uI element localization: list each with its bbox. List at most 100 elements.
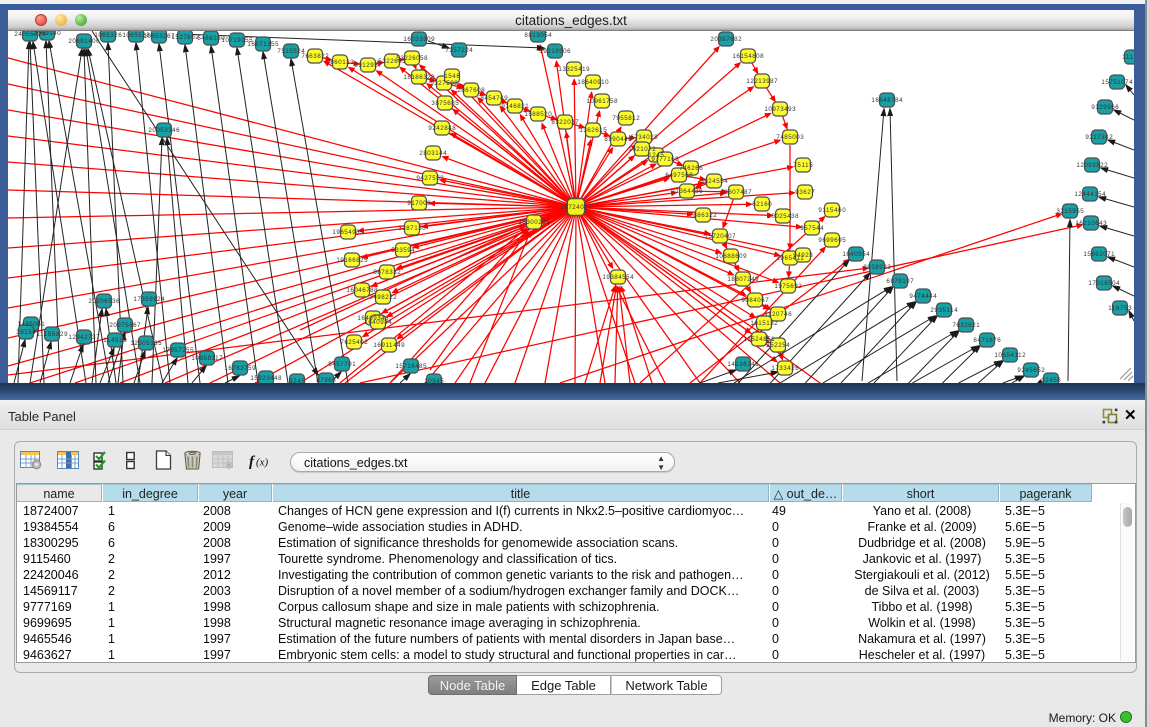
svg-text:93627: 93627 xyxy=(795,189,815,196)
svg-text:19166825: 19166825 xyxy=(336,257,368,264)
svg-text:1546: 1546 xyxy=(444,73,460,80)
svg-text:917008: 917008 xyxy=(407,200,431,207)
svg-text:12444154: 12444154 xyxy=(1074,191,1106,198)
svg-text:20975867: 20975867 xyxy=(109,322,141,329)
svg-text:20387682: 20387682 xyxy=(710,36,742,43)
svg-text:12093822: 12093822 xyxy=(1076,162,1108,169)
svg-text:12505135: 12505135 xyxy=(130,340,162,347)
svg-text:19654985: 19654985 xyxy=(332,229,364,236)
svg-text:9699695: 9699695 xyxy=(818,237,846,244)
svg-text:9227342: 9227342 xyxy=(1085,134,1113,141)
svg-text:1975692: 1975692 xyxy=(774,283,802,290)
svg-text:18300295: 18300295 xyxy=(518,219,550,226)
svg-text:8454749: 8454749 xyxy=(480,95,508,102)
svg-text:16671355: 16671355 xyxy=(247,41,279,48)
svg-text:18640910: 18640910 xyxy=(577,79,609,86)
svg-text:9245: 9245 xyxy=(289,378,305,385)
svg-text:7485003: 7485003 xyxy=(776,134,804,141)
svg-text:15716485: 15716485 xyxy=(395,363,427,370)
svg-text:20691406: 20691406 xyxy=(68,38,100,45)
svg-text:10961758: 10961758 xyxy=(586,98,618,105)
svg-text:9146821: 9146821 xyxy=(501,103,529,110)
svg-text:9084067: 9084067 xyxy=(741,297,769,304)
svg-text:8878332: 8878332 xyxy=(373,269,401,276)
svg-text:13325419: 13325419 xyxy=(558,66,590,73)
svg-text:(x): (x) xyxy=(256,457,269,469)
svg-text:7663822: 7663822 xyxy=(301,53,329,60)
svg-text:10973493: 10973493 xyxy=(764,106,796,113)
svg-text:3215955: 3215955 xyxy=(1056,208,1084,215)
svg-text:1615132: 1615132 xyxy=(750,320,778,327)
svg-text:16046788: 16046788 xyxy=(346,287,378,294)
svg-text:9427552: 9427552 xyxy=(416,175,444,182)
svg-text:10025438: 10025438 xyxy=(767,213,799,220)
svg-text:957544: 957544 xyxy=(800,225,824,232)
svg-text:16154808: 16154808 xyxy=(732,53,764,60)
svg-text:9115460: 9115460 xyxy=(818,207,846,214)
svg-text:1527602: 1527602 xyxy=(171,34,199,41)
svg-text:19384554: 19384554 xyxy=(602,274,634,281)
svg-text:12213987: 12213987 xyxy=(746,78,778,85)
svg-text:1120746: 1120746 xyxy=(764,311,792,318)
svg-text:9474444: 9474444 xyxy=(909,293,937,300)
svg-text:1065326: 1065326 xyxy=(94,32,122,39)
svg-text:16648784: 16648784 xyxy=(871,97,903,104)
svg-text:10945: 10945 xyxy=(424,378,444,385)
svg-text:11123: 11123 xyxy=(1122,54,1142,61)
svg-text:f: f xyxy=(249,454,256,470)
svg-text:533594: 533594 xyxy=(391,247,415,254)
svg-text:16033809: 16033809 xyxy=(403,36,435,43)
svg-text:18724007: 18724007 xyxy=(560,204,592,211)
svg-text:7632621: 7632621 xyxy=(952,322,980,329)
svg-text:2935114: 2935114 xyxy=(930,307,958,314)
svg-text:6734028: 6734028 xyxy=(630,134,658,141)
svg-text:3624554: 3624554 xyxy=(700,178,728,185)
svg-text:16911449: 16911449 xyxy=(373,342,405,349)
svg-text:1435061: 1435061 xyxy=(17,321,45,328)
svg-text:94923: 94923 xyxy=(793,252,813,259)
svg-text:116753: 116753 xyxy=(1108,305,1132,312)
svg-text:75115: 75115 xyxy=(793,162,813,169)
svg-text:3498222: 3498222 xyxy=(369,294,397,301)
svg-text:15323448: 15323448 xyxy=(250,375,282,382)
svg-text:252254: 252254 xyxy=(766,342,790,349)
svg-text:17359924: 17359924 xyxy=(133,296,165,303)
svg-text:11156829: 11156829 xyxy=(36,331,68,338)
svg-text:1733426: 1733426 xyxy=(771,365,799,372)
svg-text:15751074: 15751074 xyxy=(1101,79,1133,86)
svg-text:7357224: 7357224 xyxy=(445,47,473,54)
svg-text:16782759: 16782759 xyxy=(224,365,256,372)
svg-text:6879197: 6879197 xyxy=(886,278,914,285)
svg-text:9327508: 9327508 xyxy=(430,80,458,87)
svg-text:1588520: 1588520 xyxy=(524,111,552,118)
svg-text:20053346: 20053346 xyxy=(148,127,180,134)
svg-text:9860123: 9860123 xyxy=(326,59,354,66)
svg-text:2867608: 2867608 xyxy=(457,87,485,94)
svg-text:92456: 92456 xyxy=(1041,377,1061,384)
svg-text:8938923: 8938923 xyxy=(863,264,891,271)
svg-text:39154: 39154 xyxy=(16,329,36,336)
svg-text:2803144: 2803144 xyxy=(419,150,447,157)
svg-text:8813054: 8813054 xyxy=(524,32,552,39)
svg-text:21364436: 21364436 xyxy=(671,188,703,195)
svg-text:7625402: 7625402 xyxy=(340,339,368,346)
svg-text:9245652: 9245652 xyxy=(1017,367,1045,374)
svg-text:3287130: 3287130 xyxy=(398,225,426,232)
svg-text:62160: 62160 xyxy=(752,201,772,208)
svg-text:16210643: 16210643 xyxy=(1075,220,1107,227)
svg-text:8471676: 8471676 xyxy=(973,337,1001,344)
svg-text:7955812: 7955812 xyxy=(612,115,640,122)
svg-text:10807487: 10807487 xyxy=(720,189,752,196)
svg-text:1640934: 1640934 xyxy=(364,319,392,326)
svg-text:20206536: 20206536 xyxy=(88,298,120,305)
svg-text:17957255: 17957255 xyxy=(162,347,194,354)
svg-text:14136141: 14136141 xyxy=(727,361,759,368)
svg-text:746266: 746266 xyxy=(679,165,703,172)
svg-text:9329966: 9329966 xyxy=(1091,104,1119,111)
svg-text:18807249: 18807249 xyxy=(727,276,759,283)
svg-text:9457791: 9457791 xyxy=(328,361,356,368)
svg-text:1362615: 1362615 xyxy=(579,127,607,134)
svg-text:53226058: 53226058 xyxy=(396,55,428,62)
svg-text:10958117: 10958117 xyxy=(191,355,223,362)
svg-text:6497568: 6497568 xyxy=(665,172,693,179)
